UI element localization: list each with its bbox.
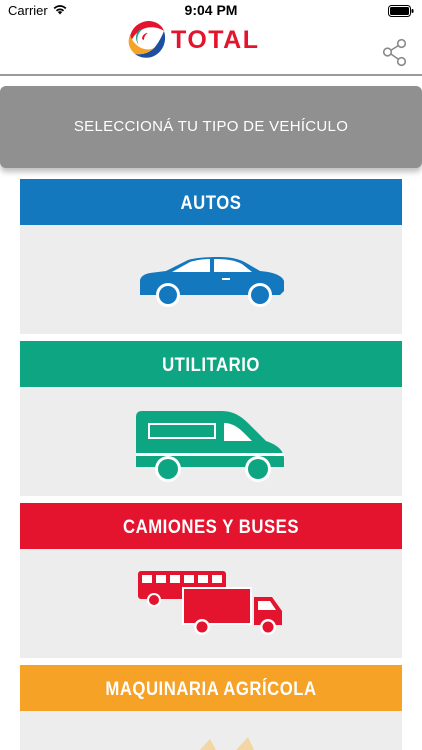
truck-bus-icon bbox=[138, 571, 282, 635]
card-header-maquinaria-agricola: MAQUINARIA AGRÍCOLA bbox=[20, 665, 402, 711]
car-icon bbox=[140, 257, 284, 307]
nav-header: TOTAL bbox=[0, 16, 422, 74]
vehicle-card-camiones-buses[interactable]: CAMIONES Y BUSES bbox=[20, 503, 402, 658]
agricultural-machinery-icon bbox=[200, 737, 254, 750]
vehicle-card-utilitario[interactable]: UTILITARIO bbox=[20, 341, 402, 496]
van-icon bbox=[136, 411, 284, 482]
card-title-maquinaria-agricola: MAQUINARIA AGRÍCOLA bbox=[105, 679, 317, 700]
banner-text: SELECCIONÁ TU TIPO DE VEHÍCULO bbox=[73, 118, 349, 135]
vehicle-card-maquinaria-agricola[interactable]: MAQUINARIA AGRÍCOLA bbox=[20, 665, 402, 750]
card-header-autos: AUTOS bbox=[20, 179, 402, 225]
card-title-camiones-buses: CAMIONES Y BUSES bbox=[123, 517, 299, 538]
card-header-utilitario: UTILITARIO bbox=[20, 341, 402, 387]
logo-wordmark: TOTAL bbox=[171, 26, 260, 54]
instruction-banner: SELECCIONÁ TU TIPO DE VEHÍCULO bbox=[0, 86, 422, 168]
card-title-autos: AUTOS bbox=[180, 193, 242, 214]
header-divider bbox=[0, 74, 422, 76]
card-title-utilitario: UTILITARIO bbox=[162, 355, 260, 376]
total-logo: TOTAL bbox=[125, 18, 260, 60]
card-header-camiones-buses: CAMIONES Y BUSES bbox=[20, 503, 402, 549]
vehicle-card-autos[interactable]: AUTOS bbox=[20, 179, 402, 334]
share-icon[interactable] bbox=[382, 38, 408, 68]
app-screen: Carrier 9:04 PM TOTAL SELECCIONÁ TU TIPO… bbox=[0, 0, 422, 750]
